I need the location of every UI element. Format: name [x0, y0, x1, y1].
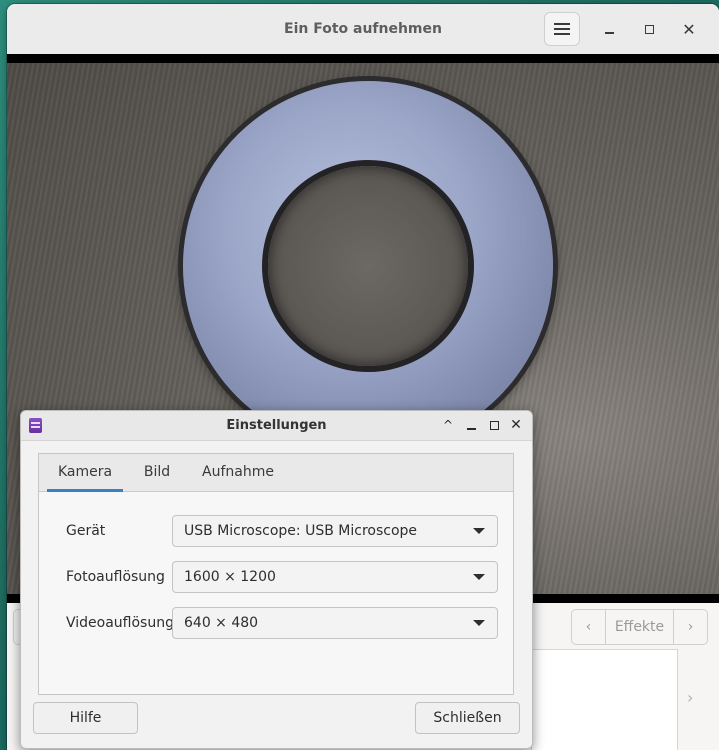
video-resolution-select[interactable]: 640 × 480	[172, 607, 498, 639]
close-dialog-button[interactable]: Schließen	[415, 702, 520, 734]
dropdown-arrow-icon	[473, 574, 485, 580]
dialog-maximize-button[interactable]	[486, 417, 502, 433]
device-select[interactable]: USB Microscope: USB Microscope	[172, 515, 498, 547]
settings-notebook: Kamera Bild Aufnahme Gerät USB Microscop…	[38, 453, 514, 695]
dropdown-arrow-icon	[473, 528, 485, 534]
photo-resolution-select[interactable]: 1600 × 1200	[172, 561, 498, 593]
effects-next-button[interactable]: ›	[674, 610, 707, 644]
maximize-icon	[489, 420, 499, 430]
gallery-next-icon[interactable]: ›	[687, 688, 693, 707]
minimize-button[interactable]	[599, 19, 619, 39]
header-bar: Ein Foto aufnehmen ✕	[7, 4, 719, 55]
close-icon: ✕	[510, 417, 522, 433]
settings-dialog: Einstellungen ^ ✕ Kamera Bild Aufnahme G…	[20, 410, 533, 749]
minimize-icon	[466, 428, 476, 430]
video-resolution-value: 640 × 480	[184, 615, 259, 631]
dialog-shade-button[interactable]: ^	[440, 417, 456, 433]
maximize-button[interactable]	[639, 19, 659, 39]
menu-button[interactable]	[544, 12, 580, 46]
device-value: USB Microscope: USB Microscope	[184, 523, 418, 539]
effects-prev-button[interactable]: ‹	[572, 610, 606, 644]
effects-label: Effekte	[614, 619, 665, 635]
chevron-up-icon: ^	[442, 418, 454, 432]
close-button[interactable]: ✕	[679, 19, 699, 39]
dropdown-arrow-icon	[473, 620, 485, 626]
tab-aufnahme[interactable]: Aufnahme	[197, 454, 279, 491]
photo-resolution-label: Fotoauflösung	[66, 569, 165, 585]
video-resolution-label: Videoauflösung	[66, 615, 174, 631]
dialog-minimize-button[interactable]	[463, 417, 479, 433]
photo-gallery[interactable]	[531, 649, 678, 750]
tab-bar: Kamera Bild Aufnahme	[39, 454, 513, 492]
chevron-left-icon: ‹	[585, 619, 592, 635]
effects-navigator: ‹ Effekte ›	[571, 609, 708, 645]
dialog-close-button[interactable]: ✕	[508, 417, 524, 433]
menu-icon	[554, 23, 570, 35]
maximize-icon	[644, 24, 654, 34]
photo-resolution-value: 1600 × 1200	[184, 569, 276, 585]
tab-bild[interactable]: Bild	[137, 454, 177, 491]
device-label: Gerät	[66, 523, 106, 539]
chevron-right-icon: ›	[687, 619, 694, 635]
washer-hole	[268, 166, 468, 366]
effects-button[interactable]: Effekte	[606, 610, 674, 644]
tab-kamera[interactable]: Kamera	[47, 454, 123, 492]
washer-object	[183, 81, 553, 451]
close-icon: ✕	[682, 19, 696, 39]
minimize-icon	[604, 32, 614, 34]
dialog-titlebar: Einstellungen ^ ✕	[21, 411, 532, 441]
help-button[interactable]: Hilfe	[33, 702, 138, 734]
